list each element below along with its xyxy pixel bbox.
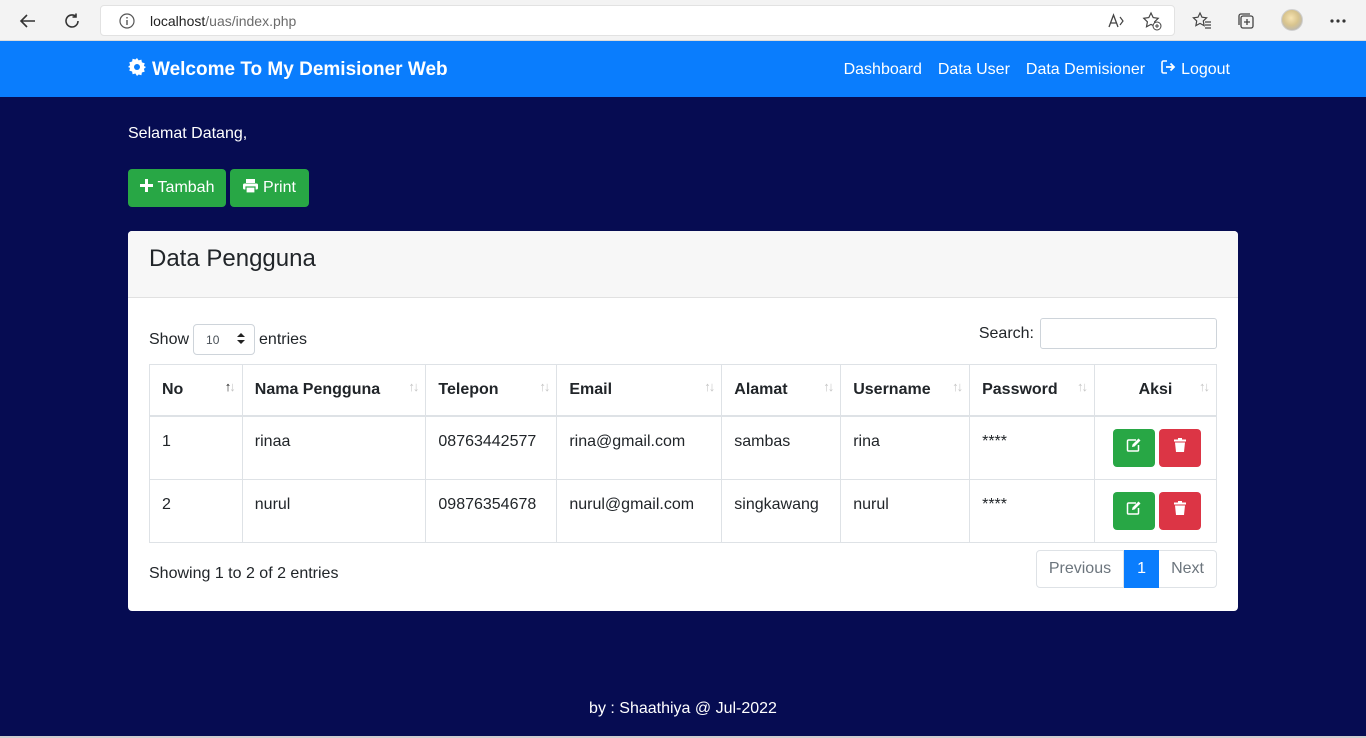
table-row: 2 nurul 09876354678 nurul@gmail.com sing… <box>149 478 1218 543</box>
cell-username: nurul <box>840 478 971 543</box>
edit-icon <box>1126 438 1141 457</box>
pagination-previous[interactable]: Previous <box>1035 550 1125 588</box>
cell-password: **** <box>969 415 1095 480</box>
trash-icon <box>1173 501 1186 520</box>
back-arrow-icon[interactable] <box>15 8 41 34</box>
col-header-username[interactable]: Username ↑↓ <box>840 364 971 417</box>
print-button[interactable]: Print <box>230 169 309 207</box>
cell-username: rina <box>840 415 971 480</box>
data-card: Data Pengguna Show 10 entries Search: No… <box>128 231 1238 611</box>
cell-no: 1 <box>149 415 243 480</box>
address-bar[interactable]: localhost/uas/index.php <box>100 5 1175 36</box>
site-info-icon[interactable] <box>119 13 135 34</box>
table-info: Showing 1 to 2 of 2 entries <box>149 565 339 582</box>
cell-no: 2 <box>149 478 243 543</box>
sort-icon: ↑↓ <box>224 379 236 394</box>
cell-alamat: singkawang <box>721 478 842 543</box>
add-button[interactable]: Tambah <box>128 169 226 207</box>
pagination: Previous 1 Next <box>1035 550 1217 588</box>
sort-icon: ↑↓ <box>1076 379 1088 394</box>
trash-icon <box>1173 438 1186 457</box>
table-row: 1 rinaa 08763442577 rina@gmail.com samba… <box>149 415 1218 480</box>
sort-icon: ↑↓ <box>823 379 834 394</box>
more-options-icon[interactable] <box>1327 10 1349 32</box>
cell-password: **** <box>969 478 1095 543</box>
nav-data-demisioner[interactable]: Data Demisioner <box>1026 60 1145 79</box>
sort-icon: ↑↓ <box>539 379 550 394</box>
nav-links: Dashboard Data User Data Demisioner Logo… <box>844 60 1230 79</box>
logout-label: Logout <box>1181 60 1230 78</box>
add-favorite-icon[interactable] <box>1141 10 1163 32</box>
search-label: Search: <box>978 324 1034 342</box>
page-length-value: 10 <box>206 332 220 347</box>
brand-title: Welcome To My Demisioner Web <box>152 59 448 80</box>
delete-button[interactable] <box>1158 491 1201 530</box>
card-header: Data Pengguna <box>128 231 1238 298</box>
printer-icon <box>243 178 259 198</box>
pagination-page-1[interactable]: 1 <box>1124 550 1160 588</box>
col-header-password[interactable]: Password ↑↓ <box>969 364 1095 417</box>
delete-button[interactable] <box>1158 428 1201 467</box>
entries-label: entries <box>259 330 308 348</box>
nav-data-user[interactable]: Data User <box>938 60 1010 79</box>
search-input[interactable] <box>1040 318 1217 349</box>
brand[interactable]: Welcome To My Demisioner Web <box>128 58 448 82</box>
sort-icon: ↑↓ <box>1199 379 1210 394</box>
edit-button[interactable] <box>1112 491 1155 530</box>
refresh-icon[interactable] <box>59 8 85 34</box>
col-header-aksi[interactable]: Aksi ↑↓ <box>1093 364 1218 417</box>
search-wrap: Search: <box>979 318 1217 349</box>
cell-telepon: 09876354678 <box>425 478 558 543</box>
footer-credit: by : Shaathiya @ Jul-2022 <box>589 700 777 717</box>
gear-icon <box>128 58 146 82</box>
cell-nama: rinaa <box>241 415 427 480</box>
plus-icon <box>139 179 153 197</box>
col-header-telepon[interactable]: Telepon ↑↓ <box>425 364 558 417</box>
col-header-email[interactable]: Email ↑↓ <box>556 364 723 417</box>
cell-email: rina@gmail.com <box>556 415 723 480</box>
col-header-alamat[interactable]: Alamat ↑↓ <box>721 364 842 417</box>
greeting-text: Selamat Datang, <box>128 125 248 142</box>
page-length-select[interactable]: 10 <box>193 324 256 355</box>
browser-toolbar: localhost/uas/index.php <box>0 0 1366 41</box>
table-header-row: No ↑↓ Nama Pengguna ↑↓ Telepon ↑↓ Email ↑↓ A… <box>149 364 1218 417</box>
select-caret-icon <box>237 332 246 347</box>
col-header-no[interactable]: No ↑↓ <box>149 364 243 417</box>
edit-icon <box>1126 501 1141 520</box>
cell-telepon: 08763442577 <box>425 415 558 480</box>
cell-alamat: sambas <box>721 415 842 480</box>
cell-aksi <box>1093 478 1218 543</box>
favorites-icon[interactable] <box>1191 10 1213 32</box>
nav-dashboard[interactable]: Dashboard <box>844 60 922 79</box>
edit-button[interactable] <box>1112 428 1155 467</box>
logout-icon <box>1161 60 1176 79</box>
show-entries: Show 10 entries <box>149 324 307 355</box>
read-aloud-icon[interactable] <box>1106 10 1128 32</box>
sort-icon: ↑↓ <box>952 379 963 394</box>
url-text: localhost/uas/index.php <box>150 13 297 29</box>
cell-email: nurul@gmail.com <box>556 478 723 543</box>
sort-icon: ↑↓ <box>408 379 419 394</box>
app-navbar: Welcome To My Demisioner Web Dashboard D… <box>0 41 1366 97</box>
sort-icon: ↑↓ <box>704 379 715 394</box>
profile-avatar[interactable] <box>1281 9 1303 31</box>
cell-nama: nurul <box>241 478 427 543</box>
users-table: No ↑↓ Nama Pengguna ↑↓ Telepon ↑↓ Email ↑↓ A… <box>149 364 1218 543</box>
col-header-nama[interactable]: Nama Pengguna ↑↓ <box>241 364 427 417</box>
card-title: Data Pengguna <box>149 245 316 272</box>
print-button-label: Print <box>263 179 296 196</box>
show-label: Show <box>149 330 190 348</box>
nav-logout[interactable]: Logout <box>1161 60 1230 79</box>
collections-icon[interactable] <box>1235 10 1257 32</box>
pagination-next[interactable]: Next <box>1159 550 1217 588</box>
cell-aksi <box>1093 415 1218 480</box>
add-button-label: Tambah <box>157 179 215 196</box>
